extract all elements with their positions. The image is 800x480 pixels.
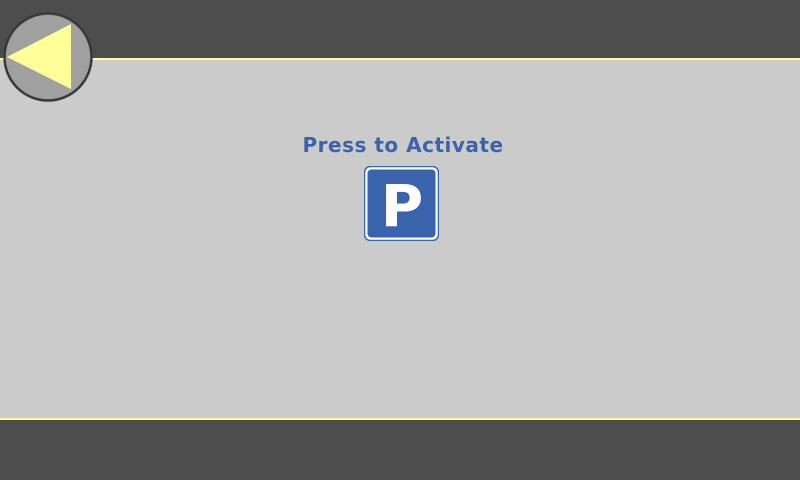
activate-prompt: Press to Activate bbox=[302, 133, 504, 157]
bottom-bar bbox=[0, 420, 800, 480]
screen: Press to Activate P bbox=[0, 0, 800, 480]
back-arrow-icon bbox=[3, 12, 93, 102]
parking-button[interactable]: P bbox=[364, 166, 439, 241]
parking-letter: P bbox=[381, 172, 424, 240]
parking-sign-icon: P bbox=[364, 166, 439, 241]
top-bar bbox=[0, 0, 800, 58]
back-button[interactable] bbox=[3, 12, 93, 102]
